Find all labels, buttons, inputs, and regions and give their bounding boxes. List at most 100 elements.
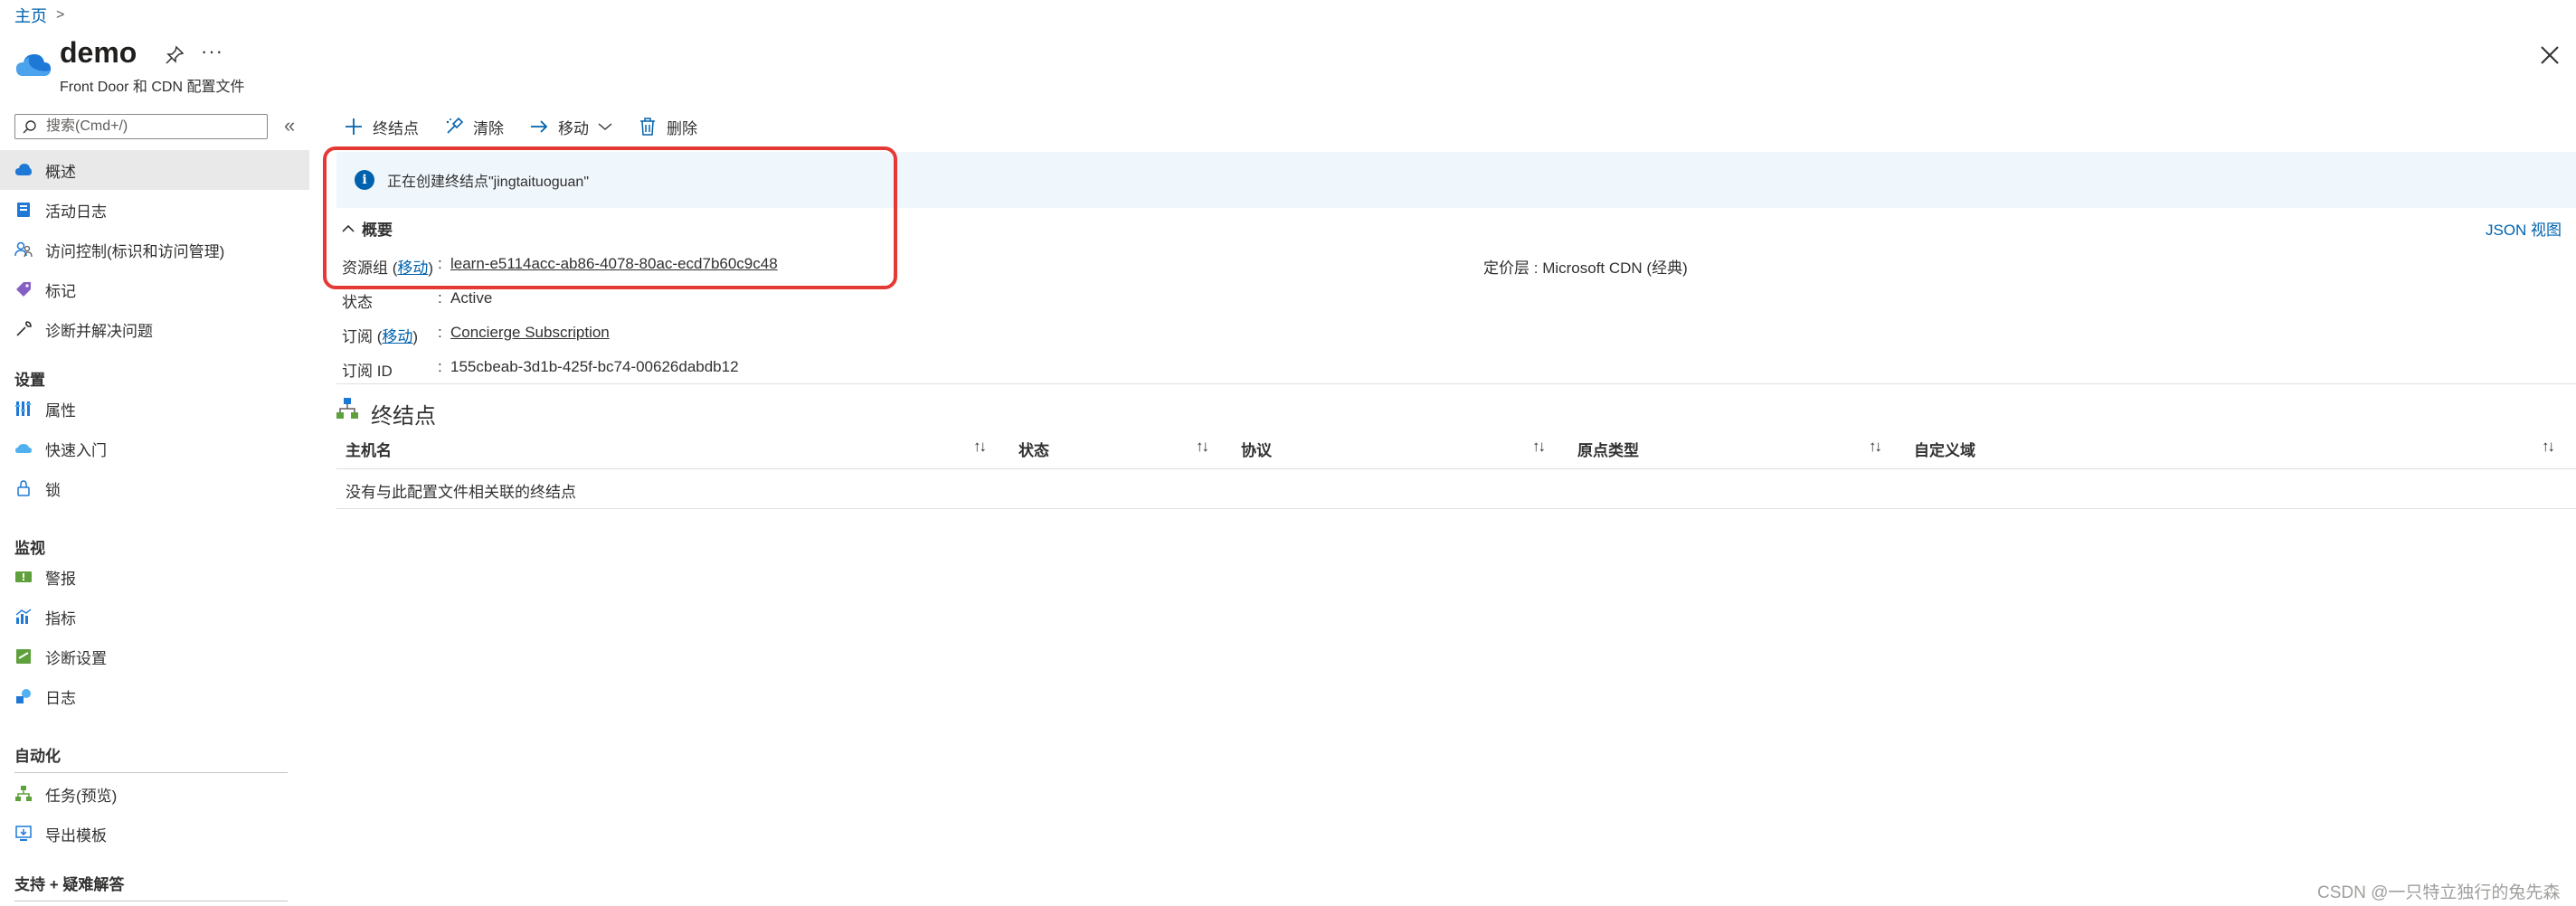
move-button[interactable]: 移动	[529, 116, 612, 138]
watermark: CSDN @一只特立独行的兔先森	[2317, 883, 2561, 902]
sort-icon[interactable]: ↑↓	[1869, 438, 1882, 456]
sidebar-item-metrics[interactable]: 指标	[0, 597, 309, 637]
pricing-tier: 定价层 : Microsoft CDN (经典)	[1483, 255, 1688, 278]
sidebar-group-automation: 自动化	[14, 748, 61, 765]
empty-table-message: 没有与此配置文件相关联的终结点	[346, 484, 576, 501]
column-header-protocol[interactable]: 协议	[1241, 438, 1272, 460]
sidebar-group-settings: 设置	[14, 372, 45, 389]
properties-icon	[15, 401, 31, 416]
purge-icon	[446, 117, 464, 134]
pricing-tier-value: Microsoft CDN (经典)	[1542, 260, 1688, 277]
sidebar-item-label: 锁	[45, 481, 61, 499]
quickstart-icon	[15, 444, 32, 453]
sidebar-divider	[14, 772, 288, 773]
sort-icon[interactable]: ↑↓	[1196, 438, 1209, 456]
command-toolbar: 终结点 清除 移动 删除	[344, 112, 697, 141]
sidebar-item-overview[interactable]: 概述	[0, 150, 309, 190]
breadcrumb-home-link[interactable]: 主页	[14, 4, 47, 27]
essentials-divider	[336, 383, 2576, 384]
wrench-icon	[16, 321, 32, 336]
add-endpoint-button[interactable]: 终结点	[344, 116, 419, 138]
sidebar-item-logs[interactable]: 日志	[0, 676, 309, 716]
sidebar-item-properties[interactable]: 属性	[0, 389, 309, 429]
sidebar-item-export-template[interactable]: 导出模板	[0, 814, 309, 854]
subscription-id-label: 订阅 ID	[342, 363, 393, 380]
delete-label: 删除	[667, 119, 697, 137]
alert-icon	[15, 571, 32, 582]
subscription-move-link[interactable]: 移动	[382, 328, 412, 345]
page-subtitle: Front Door 和 CDN 配置文件	[60, 80, 245, 95]
status-label: 状态	[342, 294, 373, 311]
move-label: 移动	[558, 119, 589, 137]
sort-icon[interactable]: ↑↓	[973, 438, 987, 456]
table-bottom-divider	[336, 508, 2576, 509]
breadcrumb-separator: >	[56, 7, 65, 23]
sidebar-item-label: 标记	[45, 282, 76, 300]
column-header-hostname[interactable]: 主机名	[346, 438, 392, 460]
chevron-down-icon	[598, 123, 612, 130]
sidebar-item-label: 指标	[45, 609, 76, 628]
colon: :	[438, 324, 442, 341]
sidebar-item-diagnostic-settings[interactable]: 诊断设置	[0, 637, 309, 676]
sidebar-search-box[interactable]	[14, 114, 268, 139]
pricing-tier-label: 定价层	[1483, 260, 1530, 277]
column-header-status[interactable]: 状态	[1018, 438, 1049, 460]
subscription-link[interactable]: Concierge Subscription	[450, 324, 610, 342]
sidebar-item-label: 属性	[45, 401, 76, 420]
column-header-custom-domain[interactable]: 自定义域	[1914, 438, 1975, 460]
sidebar-item-label: 任务(预览)	[45, 787, 118, 805]
purge-label: 清除	[473, 119, 504, 137]
json-view-link[interactable]: JSON 视图	[2486, 217, 2562, 240]
collapse-sidebar-button[interactable]: «	[284, 114, 295, 137]
subscription-label: 订阅	[342, 328, 373, 345]
sidebar-item-label: 诊断并解决问题	[45, 322, 153, 340]
more-options-button[interactable]: ···	[201, 40, 223, 63]
endpoints-icon	[336, 398, 358, 419]
sidebar-item-alerts[interactable]: 警报	[0, 557, 309, 597]
sidebar-group-monitoring: 监视	[14, 540, 45, 557]
search-icon	[23, 120, 36, 134]
plus-icon	[346, 118, 362, 135]
sidebar-item-label: 快速入门	[45, 441, 107, 459]
colon: :	[438, 289, 442, 307]
sidebar-item-label: 活动日志	[45, 203, 107, 221]
cloud-icon	[15, 164, 32, 175]
tasks-icon	[15, 786, 32, 801]
subscription-id-value: 155cbeab-3d1b-425f-bc74-00626dabdb12	[450, 358, 739, 375]
sidebar-item-label: 诊断设置	[45, 649, 107, 667]
breadcrumb: 主页 >	[14, 4, 64, 27]
sidebar-item-tasks[interactable]: 任务(预览)	[0, 774, 309, 814]
trash-icon	[640, 118, 655, 136]
activity-log-icon	[17, 203, 30, 217]
page-title: demo	[60, 36, 137, 69]
tag-icon	[16, 282, 31, 297]
endpoints-title: 终结点	[371, 404, 436, 429]
delete-button[interactable]: 删除	[638, 116, 697, 138]
metrics-icon	[15, 609, 32, 624]
sidebar-item-tags[interactable]: 标记	[0, 269, 309, 309]
sidebar-item-activity-log[interactable]: 活动日志	[0, 190, 309, 230]
column-header-origin-type[interactable]: 原点类型	[1577, 438, 1639, 460]
sidebar-item-label: 概述	[45, 163, 76, 181]
lock-icon	[17, 480, 30, 496]
status-value: Active	[450, 289, 493, 307]
sort-icon[interactable]: ↑↓	[1532, 438, 1546, 456]
sidebar-item-quickstart[interactable]: 快速入门	[0, 429, 309, 468]
add-endpoint-label: 终结点	[373, 119, 419, 137]
sidebar-item-label: 日志	[45, 689, 76, 707]
export-template-icon	[15, 826, 32, 841]
sidebar-item-label: 导出模板	[45, 826, 107, 845]
subscription-label-row: 订阅 (移动)	[342, 328, 419, 345]
sidebar-item-access-control[interactable]: 访问控制(标识和访问管理)	[0, 230, 309, 269]
sort-icon[interactable]: ↑↓	[2542, 438, 2555, 456]
sidebar-item-diagnose[interactable]: 诊断并解决问题	[0, 309, 309, 349]
cdn-cloud-icon	[16, 54, 51, 76]
sidebar-item-lock[interactable]: 锁	[0, 468, 309, 508]
highlight-annotation	[323, 146, 897, 289]
sidebar-group-support: 支持 + 疑难解答	[14, 876, 125, 893]
sidebar-item-label: 访问控制(标识和访问管理)	[45, 242, 225, 260]
close-icon[interactable]	[2538, 43, 2562, 67]
purge-button[interactable]: 清除	[444, 116, 504, 138]
sidebar-search-input[interactable]	[44, 118, 265, 136]
pin-icon[interactable]	[165, 45, 185, 65]
